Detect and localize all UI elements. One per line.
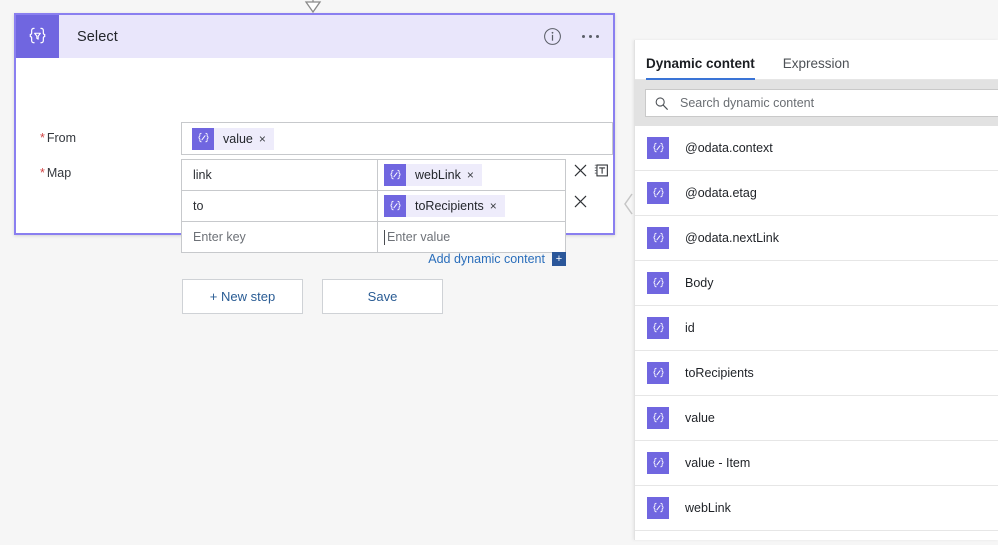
- map-key-input[interactable]: to: [182, 191, 378, 221]
- card-header[interactable]: Select: [16, 15, 613, 58]
- list-item[interactable]: Body: [635, 261, 998, 306]
- text-cursor: [384, 229, 385, 245]
- dynamic-token-weblink[interactable]: webLink ×: [384, 164, 482, 186]
- list-item-label: @odata.nextLink: [685, 231, 780, 245]
- list-item-label: @odata.context: [685, 141, 773, 155]
- dynamic-content-token-icon: [647, 497, 669, 519]
- dynamic-content-panel: Dynamic content Expression Search dynami…: [634, 40, 998, 540]
- delete-row-icon[interactable]: [572, 162, 589, 179]
- list-item[interactable]: @odata.etag: [635, 171, 998, 216]
- search-icon: [655, 96, 668, 110]
- dynamic-content-token-icon: [647, 362, 669, 384]
- curly-x-icon: [653, 367, 663, 377]
- card-title: Select: [77, 28, 118, 45]
- map-field-label: * Map: [40, 166, 72, 180]
- token-label: webLink: [415, 168, 461, 182]
- list-item[interactable]: id: [635, 306, 998, 351]
- map-row-1-actions: [572, 162, 610, 179]
- list-item[interactable]: webLink: [635, 486, 998, 531]
- card-header-actions: [543, 15, 604, 58]
- from-input[interactable]: value ×: [181, 122, 613, 155]
- curly-x-icon: [653, 322, 663, 332]
- dynamic-content-token-icon: [647, 137, 669, 159]
- new-step-button[interactable]: + New step: [182, 279, 303, 314]
- map-value-input-empty[interactable]: Enter value: [378, 222, 565, 252]
- card-body: * From value × * Map link webLink × to t…: [16, 58, 613, 266]
- list-item[interactable]: @odata.context: [635, 126, 998, 171]
- list-item[interactable]: toRecipients: [635, 351, 998, 396]
- ellipsis-icon[interactable]: [578, 29, 604, 45]
- list-item-label: webLink: [685, 501, 731, 515]
- curly-x-icon: [653, 232, 663, 242]
- app-root: Select * From value × * Map link webLink…: [0, 0, 998, 545]
- curly-x-icon: [390, 169, 400, 179]
- map-table: link webLink × to toRecipients × Enter k…: [181, 159, 566, 253]
- curly-braces-filter-icon: [29, 27, 46, 44]
- dynamic-token-value[interactable]: value ×: [192, 127, 274, 150]
- list-item[interactable]: @odata.nextLink: [635, 216, 998, 261]
- panel-tabs: Dynamic content Expression: [635, 40, 998, 80]
- save-button[interactable]: Save: [322, 279, 443, 314]
- dynamic-content-list: @odata.context @odata.etag @odata.nextLi…: [635, 126, 998, 531]
- token-remove-icon[interactable]: ×: [467, 169, 482, 181]
- add-dynamic-content-label[interactable]: Add dynamic content: [428, 252, 545, 266]
- token-remove-icon[interactable]: ×: [490, 200, 505, 212]
- dynamic-content-token-icon: [647, 227, 669, 249]
- tab-dynamic-content[interactable]: Dynamic content: [646, 56, 755, 80]
- list-item[interactable]: value: [635, 396, 998, 441]
- dynamic-content-token-icon: [384, 164, 406, 186]
- token-label: toRecipients: [415, 199, 484, 213]
- search-input[interactable]: [678, 95, 971, 111]
- list-item-label: toRecipients: [685, 366, 754, 380]
- map-value-input[interactable]: webLink ×: [378, 160, 565, 190]
- list-item-label: Body: [685, 276, 714, 290]
- dynamic-content-token-icon: [384, 195, 406, 217]
- dynamic-content-token-icon: [647, 317, 669, 339]
- dynamic-content-token-icon: [647, 182, 669, 204]
- curly-x-icon: [198, 132, 208, 143]
- table-row: to toRecipients ×: [182, 191, 565, 222]
- map-row-2-actions: [572, 193, 589, 210]
- search-box[interactable]: [645, 89, 998, 117]
- info-icon[interactable]: [543, 27, 562, 46]
- curly-x-icon: [390, 200, 400, 210]
- curly-x-icon: [653, 277, 663, 287]
- curly-x-icon: [653, 457, 663, 467]
- add-plus-icon[interactable]: +: [552, 252, 566, 266]
- token-remove-icon[interactable]: ×: [259, 133, 274, 145]
- delete-row-icon[interactable]: [572, 193, 589, 210]
- required-asterisk: *: [40, 131, 45, 145]
- select-action-icon: [16, 15, 59, 58]
- from-field-label: * From: [40, 131, 77, 145]
- curly-x-icon: [653, 502, 663, 512]
- list-item-label: id: [685, 321, 695, 335]
- list-item-label: value - Item: [685, 456, 751, 470]
- list-item-label: @odata.etag: [685, 186, 757, 200]
- map-key-input[interactable]: link: [182, 160, 378, 190]
- dynamic-content-token-icon: [647, 407, 669, 429]
- dynamic-content-token-icon: [647, 452, 669, 474]
- required-asterisk: *: [40, 166, 45, 180]
- map-key-input-empty[interactable]: Enter key: [182, 222, 378, 252]
- table-row: link webLink ×: [182, 160, 565, 191]
- select-action-card: Select * From value × * Map link webLink…: [14, 13, 615, 266]
- map-value-input[interactable]: toRecipients ×: [378, 191, 565, 221]
- tab-expression[interactable]: Expression: [783, 56, 850, 79]
- dynamic-content-token-icon: [192, 127, 214, 150]
- add-dynamic-content-action[interactable]: Add dynamic content +: [428, 252, 566, 266]
- curly-x-icon: [653, 412, 663, 422]
- curly-x-icon: [653, 142, 663, 152]
- dynamic-content-token-icon: [647, 272, 669, 294]
- token-label: value: [223, 131, 253, 146]
- list-item-label: value: [685, 411, 715, 425]
- curly-x-icon: [653, 187, 663, 197]
- dynamic-token-torecipients[interactable]: toRecipients ×: [384, 195, 505, 217]
- switch-to-text-mode-icon[interactable]: [593, 162, 610, 179]
- list-item[interactable]: value - Item: [635, 441, 998, 486]
- map-value-placeholder: Enter value: [387, 230, 451, 244]
- table-row: Enter key Enter value: [182, 222, 565, 253]
- search-bar-container: [635, 80, 998, 126]
